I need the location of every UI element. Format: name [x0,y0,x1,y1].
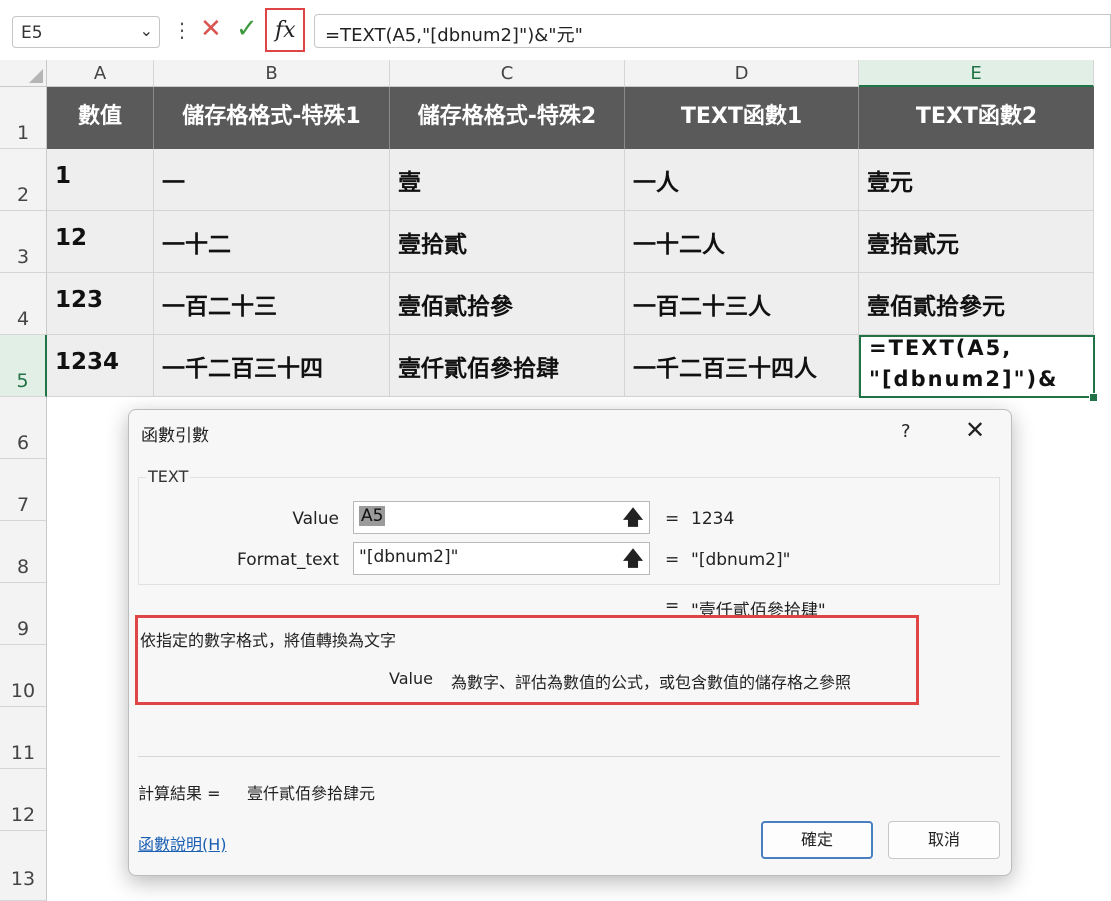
format-text-arg-label: Format_text [237,550,339,570]
format-text-arg-text: "[dbnum2]" [359,547,459,567]
cell-e5-active[interactable]: =TEXT(A5, "[dbnum2]")& [859,335,1095,398]
close-icon[interactable]: ✕ [965,416,985,444]
format-text-equals: = [665,550,680,570]
function-description: 依指定的數字格式，將值轉換為文字 [140,631,397,650]
column-header-a[interactable]: A [47,60,154,87]
cell-d4[interactable]: 一百二十三人 [625,273,859,335]
function-arguments-dialog: 函數引數 ? ✕ TEXT Value A5 🡅 = 1234 Format_t… [128,409,1012,876]
cell-a5[interactable]: 1234 [47,335,154,397]
value-arg-result: 1234 [691,509,735,529]
column-header-c[interactable]: C [390,60,625,87]
cell-b5[interactable]: 一千二百三十四 [154,335,390,397]
ok-button[interactable]: 確定 [761,821,873,859]
enter-icon[interactable]: ✓ [236,14,258,44]
cell-b4[interactable]: 一百二十三 [154,273,390,335]
row-header-7[interactable]: 7 [0,459,47,521]
header-cell-a1[interactable]: 數值 [47,87,154,149]
format-text-arg-input[interactable]: "[dbnum2]" [353,542,649,575]
header-cell-e1[interactable]: TEXT函數2 [859,87,1094,149]
overall-equals: = [665,596,680,616]
cancel-icon[interactable]: ✕ [200,14,222,44]
argument-help-text: 為數字、評估為數值的公式，或包含數值的儲存格之參照 [451,673,852,692]
row-header-3[interactable]: 3 [0,211,47,273]
cell-d2[interactable]: 一人 [625,149,859,211]
row-header-1[interactable]: 1 [0,87,47,149]
row-header-12[interactable]: 12 [0,769,47,831]
cell-e2[interactable]: 壹元 [859,149,1094,211]
function-help-link[interactable]: 函數說明(H) [138,831,227,855]
dialog-divider [138,756,1000,757]
chevron-down-icon[interactable]: ⌄ [140,21,153,40]
name-box-value: E5 [21,23,43,43]
row-header-8[interactable]: 8 [0,521,47,583]
format-text-arg-result: "[dbnum2]" [691,550,791,570]
cell-d5[interactable]: 一千二百三十四人 [625,335,859,397]
row-header-2[interactable]: 2 [0,149,47,211]
row-header-11[interactable]: 11 [0,707,47,769]
row-header-4[interactable]: 4 [0,273,47,335]
cancel-button[interactable]: 取消 [888,821,1000,859]
row-header-9[interactable]: 9 [0,583,47,645]
cell-c2[interactable]: 壹 [390,149,625,211]
cell-a4[interactable]: 123 [47,273,154,335]
cell-b2[interactable]: 一 [154,149,390,211]
cell-d3[interactable]: 一十二人 [625,211,859,273]
function-name-label: TEXT [146,467,191,486]
select-all-corner[interactable] [0,60,47,87]
collapse-value-button[interactable]: 🡅 [617,501,650,534]
insert-function-button[interactable]: fx [265,8,305,52]
header-cell-d1[interactable]: TEXT函數1 [625,87,859,149]
row-header-10[interactable]: 10 [0,645,47,707]
cell-c5[interactable]: 壹仟貳佰參拾肆 [390,335,625,397]
cell-a3[interactable]: 12 [47,211,154,273]
cell-e4[interactable]: 壹佰貳拾參元 [859,273,1094,335]
fill-handle[interactable] [1089,393,1098,402]
row-header-5[interactable]: 5 [0,335,47,397]
help-icon[interactable]: ? [901,421,911,442]
cell-c4[interactable]: 壹佰貳拾參 [390,273,625,335]
cell-c3[interactable]: 壹拾貳 [390,211,625,273]
formula-input[interactable]: =TEXT(A5,"[dbnum2]")&"元" [314,14,1111,48]
value-equals: = [665,509,680,529]
more-options-icon[interactable]: ⋮ [172,18,192,42]
column-header-b[interactable]: B [154,60,390,87]
header-cell-b1[interactable]: 儲存格格式-特殊1 [154,87,390,149]
calc-result-label: 計算結果 = [138,784,221,803]
header-cell-c1[interactable]: 儲存格格式-特殊2 [390,87,625,149]
value-arg-label: Value [292,509,339,529]
cell-e3[interactable]: 壹拾貳元 [859,211,1094,273]
row-header-6[interactable]: 6 [0,397,47,459]
value-arg-text: A5 [359,506,386,526]
argument-help-name: Value [389,669,433,688]
fx-icon: fx [275,18,296,43]
value-arg-input[interactable]: A5 [353,501,649,534]
name-box[interactable]: E5 ⌄ [12,16,160,48]
cell-a2[interactable]: 1 [47,149,154,211]
dialog-title: 函數引數 [141,426,209,446]
cell-b3[interactable]: 一十二 [154,211,390,273]
formula-text: =TEXT(A5,"[dbnum2]")&"元" [325,25,583,46]
row-header-13[interactable]: 13 [0,831,47,901]
collapse-format-text-button[interactable]: 🡅 [617,542,650,575]
column-header-e[interactable]: E [859,60,1094,87]
calc-result-value: 壹仟貳佰參拾肆元 [247,784,376,803]
column-header-d[interactable]: D [625,60,859,87]
